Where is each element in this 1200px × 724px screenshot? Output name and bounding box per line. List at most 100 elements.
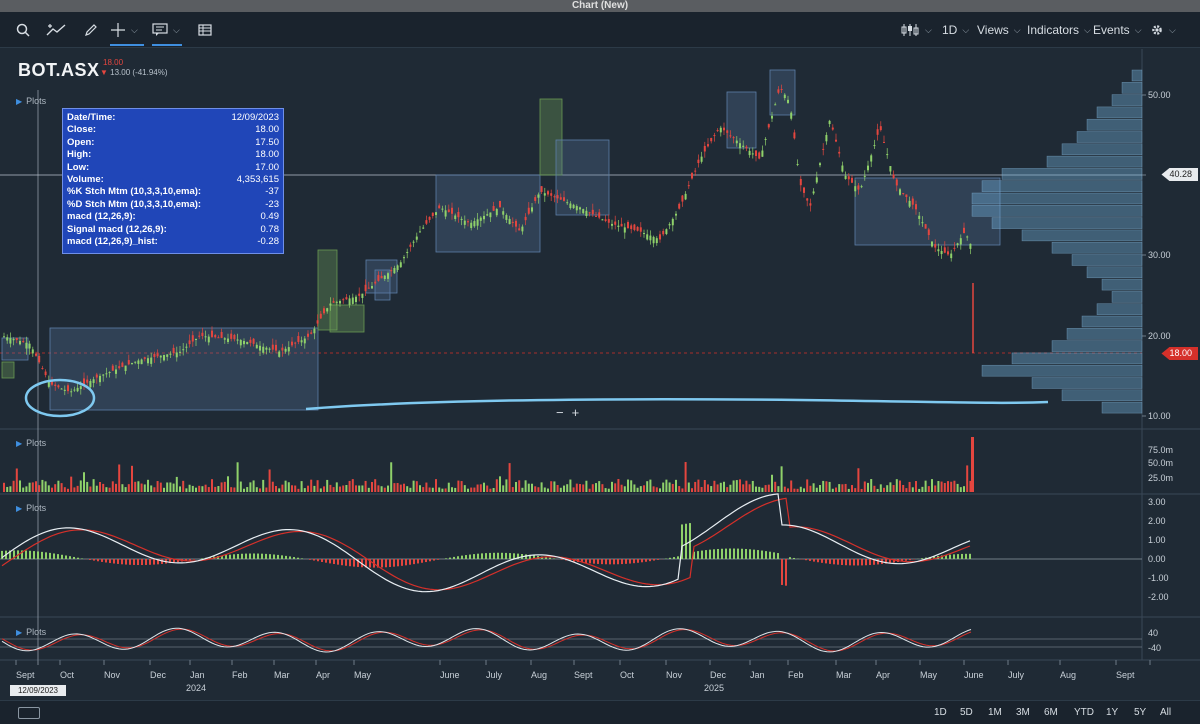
candle-body xyxy=(198,335,201,337)
candle-body xyxy=(553,196,556,198)
tooltip-key: macd (12,26,9): xyxy=(67,211,136,223)
macd-histogram-bar xyxy=(233,554,235,559)
candle-body xyxy=(844,175,847,179)
volume-bar xyxy=(521,487,524,492)
volume-bar xyxy=(425,482,428,492)
volume-bar xyxy=(556,485,559,492)
range-1m-button[interactable]: 1M xyxy=(988,707,1002,718)
volume-bar xyxy=(851,485,853,492)
zoom-in-button[interactable]: + xyxy=(572,405,580,420)
candle-body xyxy=(150,357,153,364)
tooltip-row: Volume: 4,353,615 xyxy=(67,174,279,186)
volume-bar xyxy=(444,488,447,492)
volume-bar xyxy=(393,483,396,492)
volume-bar xyxy=(550,481,553,492)
events-dropdown[interactable]: Events ⌵ xyxy=(1093,18,1142,42)
volume-bar xyxy=(326,479,329,492)
candle-body xyxy=(479,217,482,221)
macd-histogram-bar xyxy=(89,559,91,560)
range-5d-button[interactable]: 5D xyxy=(960,707,973,718)
volume-bar xyxy=(883,487,885,492)
volume-bar xyxy=(950,481,953,492)
candle-body xyxy=(316,320,319,324)
candle-body xyxy=(105,373,108,375)
volume-bar xyxy=(790,480,793,492)
volume-bar xyxy=(47,485,50,492)
candle-body xyxy=(425,220,428,224)
candle-body xyxy=(499,200,501,208)
stoch-pane-plots-toggle[interactable]: ▶ Plots xyxy=(16,627,46,637)
candle-body xyxy=(668,224,671,226)
macd-histogram-bar xyxy=(477,553,479,559)
volume-bar xyxy=(620,484,623,492)
tooltip-key: macd (12,26,9)_hist: xyxy=(67,235,158,247)
volume-bar xyxy=(387,485,389,492)
range-1d-button[interactable]: 1D xyxy=(934,707,947,718)
volume-bar xyxy=(694,481,697,492)
annotation-button[interactable]: ⌵ xyxy=(152,18,182,46)
range-all-button[interactable]: All xyxy=(1160,707,1171,718)
range-1y-button[interactable]: 1Y xyxy=(1106,707,1118,718)
range-ytd-button[interactable]: YTD xyxy=(1074,707,1094,718)
range-5y-button[interactable]: 5Y xyxy=(1134,707,1146,718)
macd-histogram-bar xyxy=(621,559,623,565)
volume-bar xyxy=(159,482,162,492)
range-3m-button[interactable]: 3M xyxy=(1016,707,1030,718)
candle-body xyxy=(451,207,453,214)
volume-bar xyxy=(723,481,725,492)
candle-body xyxy=(121,362,124,367)
month-label: Mar xyxy=(836,670,852,680)
macd-histogram-bar xyxy=(341,559,343,566)
macd-histogram-bar xyxy=(717,548,719,559)
chart-type-button[interactable]: ⌵ xyxy=(900,18,932,42)
crosshair-button[interactable]: ⌵ xyxy=(110,18,144,46)
volume-profile-bar xyxy=(1046,155,1143,168)
candle-body xyxy=(364,284,367,292)
active-underline xyxy=(110,44,144,46)
search-button[interactable] xyxy=(16,18,30,42)
interval-dropdown[interactable]: 1D ⌵ xyxy=(942,18,969,42)
candle-body xyxy=(911,198,914,205)
keyboard-icon[interactable] xyxy=(18,707,40,719)
macd-histogram-bar xyxy=(613,559,615,565)
candle-body xyxy=(156,353,159,357)
volume-bar xyxy=(25,486,28,492)
macd-histogram-bar xyxy=(293,557,295,559)
volume-bar xyxy=(355,485,357,492)
price-pane-plots-toggle[interactable]: ▶ Plots xyxy=(16,96,46,106)
candle-body xyxy=(15,337,18,340)
views-label: Views xyxy=(977,23,1009,37)
candle-body xyxy=(419,231,421,233)
macd-histogram-bar xyxy=(129,559,131,565)
range-6m-button[interactable]: 6M xyxy=(1044,707,1058,718)
volume-bar xyxy=(931,479,933,492)
add-study-button[interactable] xyxy=(46,18,66,42)
volume-bar xyxy=(41,479,44,492)
indicators-label: Indicators xyxy=(1027,23,1080,37)
settings-button[interactable]: ⌵ xyxy=(1150,18,1176,42)
macd-histogram-bar xyxy=(505,552,507,559)
draw-button[interactable] xyxy=(84,18,98,42)
candle-body xyxy=(492,206,495,211)
macd-histogram-bar xyxy=(301,558,303,559)
macd-pane-plots-toggle[interactable]: ▶ Plots xyxy=(16,503,46,513)
volume-bar xyxy=(572,487,575,492)
volume-pane-plots-toggle[interactable]: ▶ Plots xyxy=(16,438,46,448)
candle-body xyxy=(620,223,623,227)
volume-bar xyxy=(246,487,249,492)
macd-histogram-bar xyxy=(781,559,783,585)
data-table-button[interactable] xyxy=(198,18,212,42)
candle-body xyxy=(579,207,581,210)
views-dropdown[interactable]: Views ⌵ xyxy=(977,18,1021,42)
volume-profile-bar xyxy=(1111,291,1143,303)
candle-body xyxy=(595,215,597,217)
macd-tick-label: -1.00 xyxy=(1148,573,1169,583)
candle-body xyxy=(515,220,517,227)
data-tooltip: Date/Time: 12/09/2023 Close: 18.00 Open: 17.5… xyxy=(62,108,284,254)
volume-profile-bar xyxy=(1051,340,1143,352)
macd-histogram-bar xyxy=(837,559,839,565)
indicators-dropdown[interactable]: Indicators ⌵ xyxy=(1027,18,1091,42)
volume-bar xyxy=(655,487,658,492)
volume-bar xyxy=(630,480,633,492)
zoom-out-button[interactable]: − xyxy=(556,405,564,420)
